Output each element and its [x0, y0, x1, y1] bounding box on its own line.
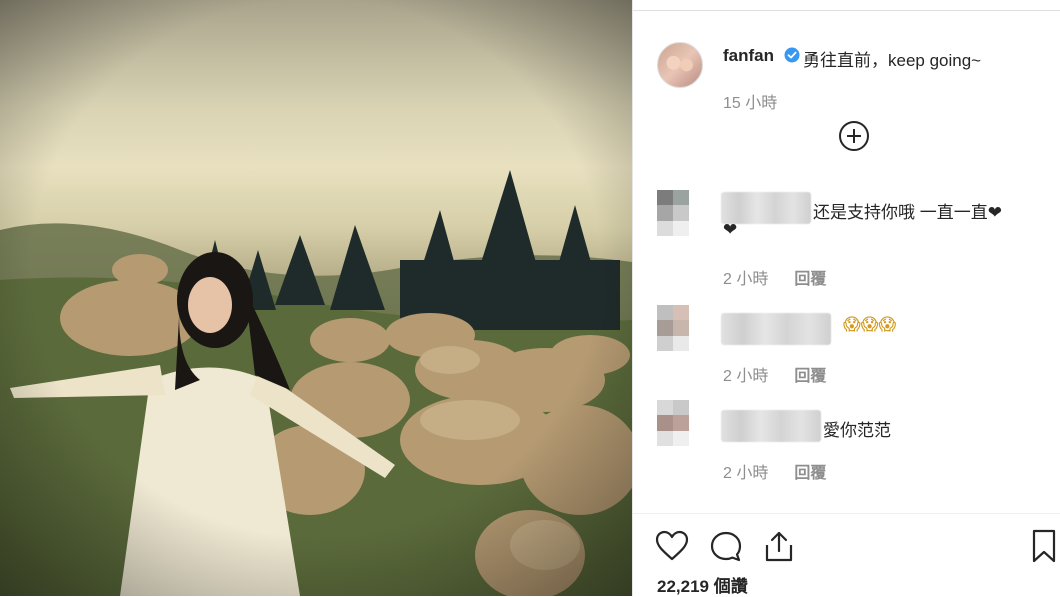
post-detail-panel: fanfan 勇往直前，keep going~ 15 小時 还是支持你哦 一直一… — [632, 0, 1060, 596]
bookmark-icon[interactable] — [1031, 528, 1057, 564]
post-timestamp[interactable]: 15 小時 — [723, 89, 777, 113]
comment-meta: 2 小時 回覆 — [723, 362, 826, 386]
comment-time[interactable]: 2 小時 — [723, 368, 768, 385]
comment-time[interactable]: 2 小時 — [723, 465, 768, 482]
top-divider — [633, 10, 1060, 11]
actions-divider — [633, 513, 1060, 514]
post-photo[interactable] — [0, 0, 632, 596]
author-avatar[interactable] — [657, 42, 703, 88]
speech-bubble-icon[interactable] — [709, 530, 743, 564]
reply-button[interactable]: 回覆 — [794, 271, 826, 288]
photo-illustration — [0, 0, 632, 596]
blurred-username[interactable] — [721, 410, 821, 442]
comment-text: 愛你范范 — [823, 421, 891, 440]
heart-icon[interactable] — [655, 530, 689, 562]
post-caption: 勇往直前，keep going~ — [803, 51, 982, 70]
comment-text-wrap: ❤ — [723, 220, 738, 239]
verified-badge-icon — [784, 47, 800, 63]
comment-time[interactable]: 2 小時 — [723, 271, 768, 288]
share-icon[interactable] — [763, 529, 795, 563]
comment-text: 还是支持你哦 一直一直❤ — [813, 203, 1002, 222]
reply-button[interactable]: 回覆 — [794, 465, 826, 482]
comment-meta: 2 小時 回覆 — [723, 265, 826, 289]
load-more-comments-icon[interactable] — [838, 120, 870, 152]
reply-button[interactable]: 回覆 — [794, 368, 826, 385]
author-username[interactable]: fanfan — [723, 46, 774, 66]
comment-text: 😱😱😱 — [843, 315, 897, 334]
blurred-username[interactable] — [721, 313, 831, 345]
commenter-avatar[interactable] — [657, 305, 689, 351]
commenter-avatar[interactable] — [657, 400, 689, 446]
commenter-avatar[interactable] — [657, 190, 689, 236]
comment-meta: 2 小時 回覆 — [723, 459, 826, 483]
likes-count[interactable]: 22,219 個讚 — [657, 572, 748, 597]
